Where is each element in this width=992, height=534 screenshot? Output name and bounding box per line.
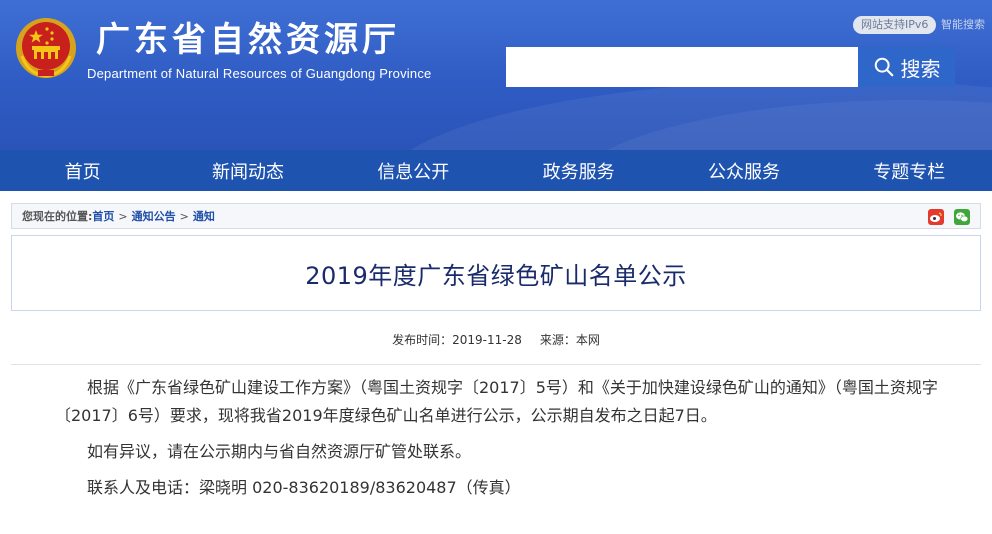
search-button[interactable]: 搜索	[858, 47, 955, 87]
article-paragraph: 根据《广东省绿色矿山建设工作方案》（粤国土资规字〔2017〕5号）和《关于加快建…	[55, 378, 938, 425]
breadcrumb-separator: >	[179, 209, 189, 223]
article-meta: 发布时间：2019-11-28 来源：本网	[0, 331, 992, 348]
article-title: 2019年度广东省绿色矿山名单公示	[305, 261, 687, 290]
site-header: 广东省自然资源厅 Department of Natural Resources…	[0, 0, 992, 150]
nav-item-public-services[interactable]: 公众服务	[661, 150, 826, 191]
nav-item-government-services[interactable]: 政务服务	[496, 150, 661, 191]
search-input[interactable]	[506, 47, 858, 87]
national-emblem-icon	[16, 18, 76, 78]
article-body: 根据《广东省绿色矿山建设工作方案》（粤国土资规字〔2017〕5号）和《关于加快建…	[55, 374, 945, 510]
divider	[11, 364, 981, 365]
publish-date: 2019-11-28	[452, 333, 522, 347]
ipv6-badge: 网站支持IPv6	[853, 16, 937, 34]
article-source: 本网	[575, 333, 600, 347]
breadcrumb-notification[interactable]: 通知	[193, 208, 215, 224]
article-paragraph: 如有异议，请在公示期内与省自然资源厅矿管处联系。	[87, 442, 472, 461]
article-paragraph: 联系人及电话：梁晓明 020-83620189/83620487（传真）	[87, 478, 521, 497]
main-nav: 首页 新闻动态 信息公开 政务服务 公众服务 专题专栏	[0, 150, 992, 191]
nav-item-info-disclosure[interactable]: 信息公开	[331, 150, 496, 191]
breadcrumb-prefix: 您现在的位置:	[22, 210, 93, 223]
site-subtitle: Department of Natural Resources of Guang…	[87, 66, 432, 81]
breadcrumb: 您现在的位置: 首页 > 通知公告 > 通知	[11, 203, 981, 229]
weibo-icon	[930, 212, 942, 222]
breadcrumb-notices[interactable]: 通知公告	[132, 208, 176, 224]
publish-date-label: 发布时间：	[392, 333, 453, 347]
search-icon	[874, 57, 893, 77]
nav-item-news[interactable]: 新闻动态	[165, 150, 330, 191]
article-title-box: 2019年度广东省绿色矿山名单公示	[11, 235, 981, 311]
nav-item-home[interactable]: 首页	[0, 150, 165, 191]
breadcrumb-separator: >	[118, 209, 128, 223]
search-button-label: 搜索	[900, 56, 941, 81]
weibo-share-button[interactable]	[928, 209, 944, 225]
site-title[interactable]: 广东省自然资源厅	[96, 12, 400, 61]
nav-item-special-topics[interactable]: 专题专栏	[827, 150, 992, 191]
top-link[interactable]: 智能搜索	[941, 17, 985, 33]
wechat-icon	[956, 212, 969, 223]
source-label: 来源：	[539, 333, 576, 347]
wechat-share-button[interactable]	[954, 209, 970, 225]
breadcrumb-home[interactable]: 首页	[92, 208, 114, 224]
